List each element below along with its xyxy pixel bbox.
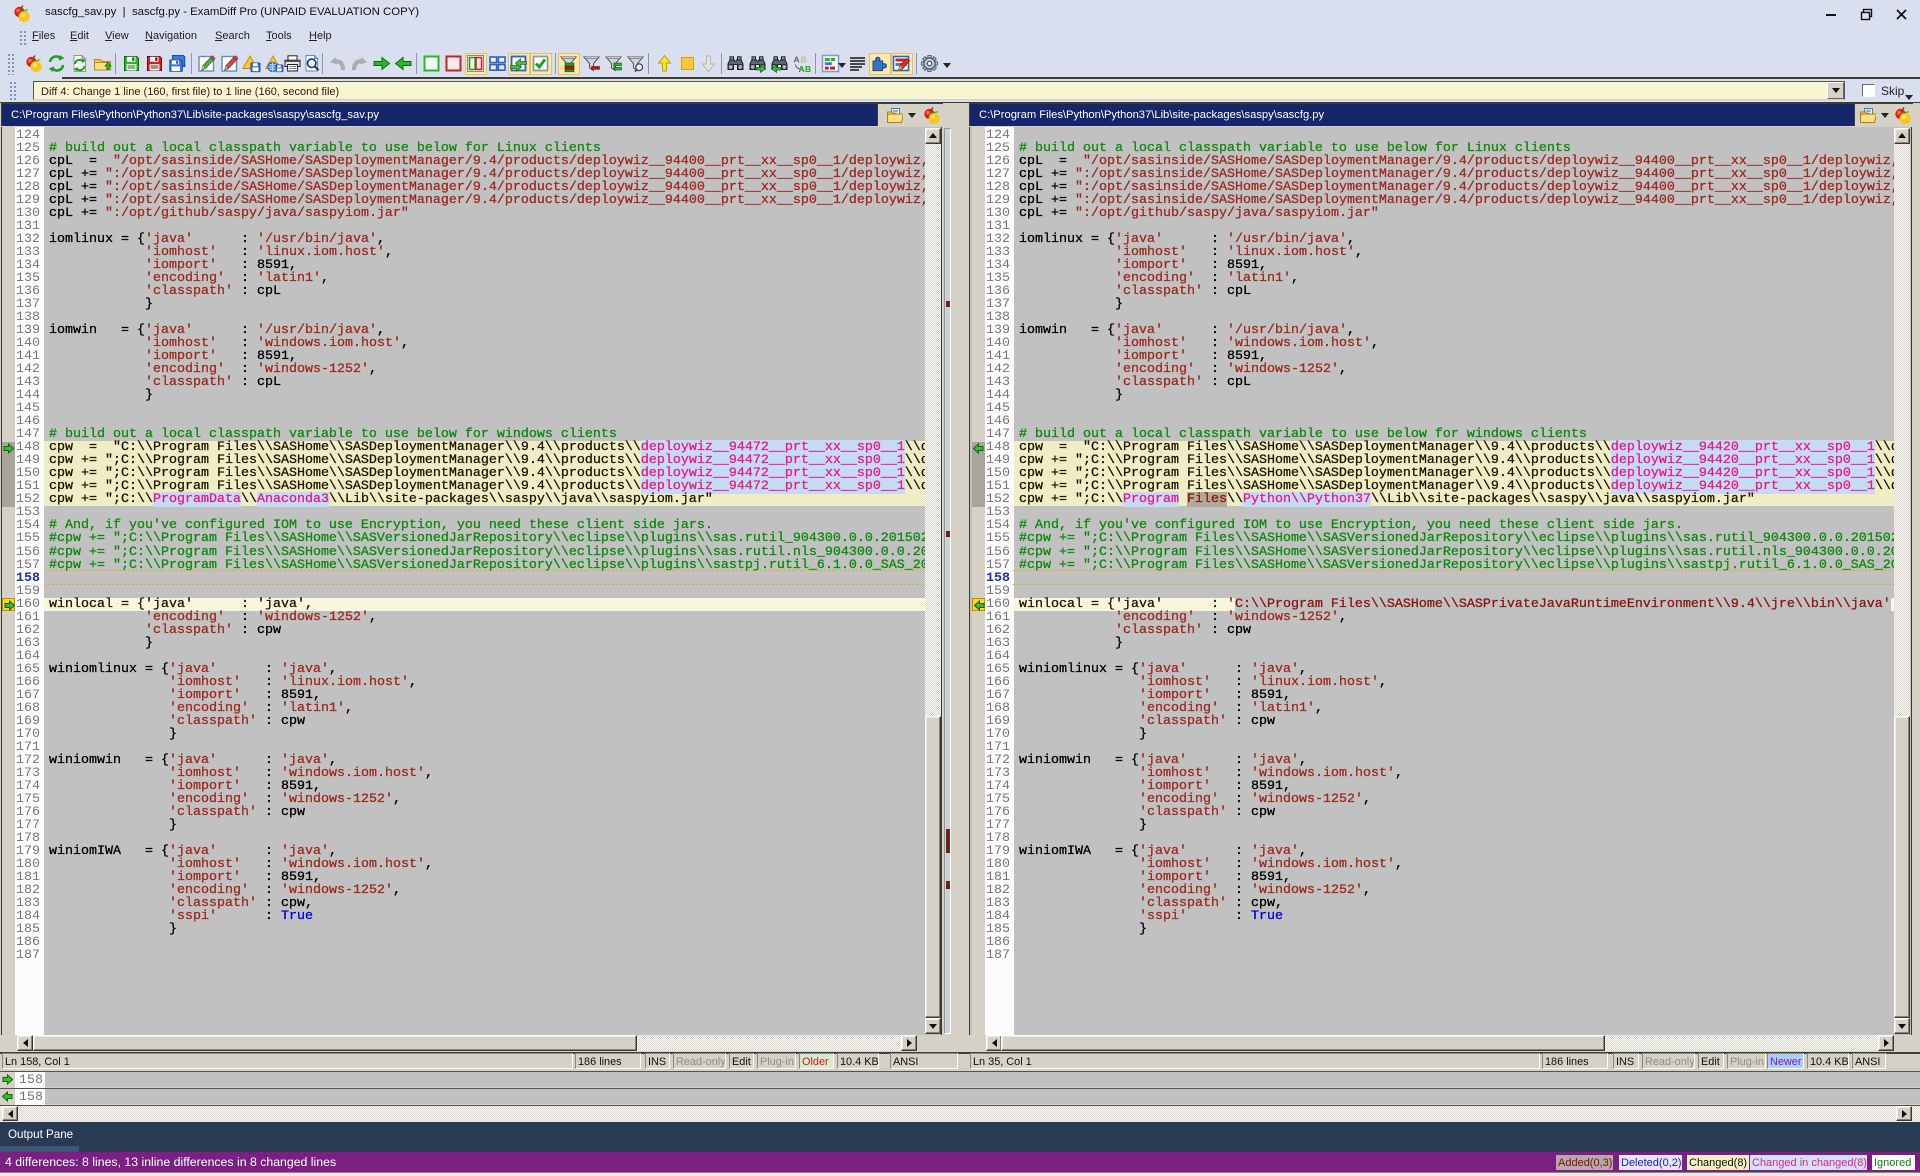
svg-text:B: B <box>801 55 807 65</box>
svg-text:A: A <box>799 64 805 73</box>
svg-text:B: B <box>805 64 811 73</box>
svg-text:A: A <box>794 55 800 65</box>
